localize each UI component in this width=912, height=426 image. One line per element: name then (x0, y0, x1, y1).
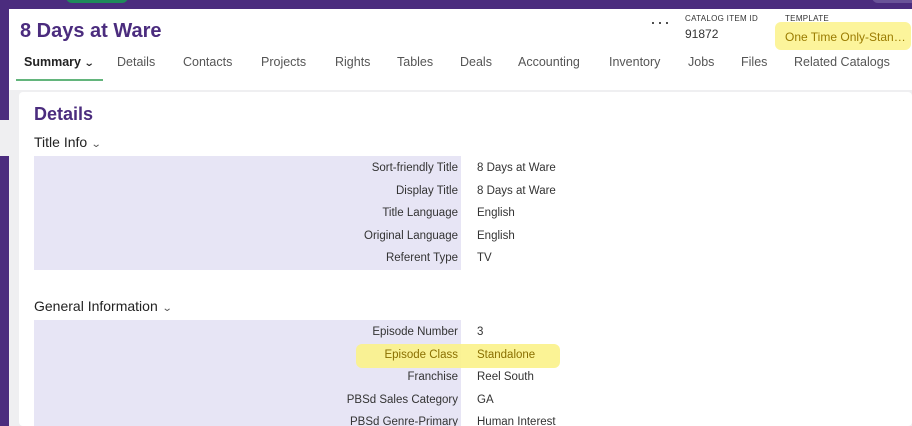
field-value[interactable]: 3 (477, 326, 483, 338)
sidebar-edge (0, 120, 12, 156)
catalog-item-id: CATALOG ITEM ID 91872 (685, 14, 758, 41)
field-label: Episode Number (372, 326, 458, 338)
tab-related-catalogs[interactable]: Related Catalogs (794, 55, 890, 79)
section-general-information-toggle[interactable]: General Information ⌄ (34, 298, 173, 314)
field-value[interactable]: Reel South (477, 371, 534, 383)
top-app-bar (0, 0, 912, 9)
field-label: PBSd Genre-Primary (349, 416, 458, 426)
field-row: Franchise Reel South (34, 366, 905, 389)
field-value[interactable]: English (477, 230, 515, 242)
app-bar-button[interactable] (66, 0, 128, 3)
field-value[interactable]: 8 Days at Ware (477, 185, 556, 197)
page-title: 8 Days at Ware (20, 20, 162, 42)
tab-contacts[interactable]: Contacts (183, 55, 232, 79)
tab-deals[interactable]: Deals (460, 55, 492, 79)
details-heading: Details (34, 104, 94, 124)
field-row: Original Language English (34, 225, 905, 248)
field-row: Title Language English (34, 202, 905, 225)
tab-details[interactable]: Details (117, 55, 155, 79)
field-row: Episode Number 3 (34, 321, 905, 344)
tab-accounting[interactable]: Accounting (518, 55, 580, 79)
app-bar-corner-control[interactable] (872, 0, 912, 3)
field-value[interactable]: Standalone (477, 349, 535, 361)
template-value[interactable]: One Time Only-Stan… (785, 30, 911, 44)
field-row-highlighted: Episode Class Standalone (34, 344, 905, 368)
field-row: Display Title 8 Days at Ware (34, 180, 905, 203)
field-value[interactable]: GA (477, 394, 494, 406)
chevron-down-icon: ⌄ (161, 303, 173, 314)
field-row: PBSd Genre-Primary Human Interest (34, 411, 905, 426)
record-tabs: Summary ⌄ Details Contacts Projects Right… (9, 55, 912, 81)
tab-summary[interactable]: Summary ⌄ (16, 55, 104, 81)
field-label: Display Title (396, 185, 458, 197)
field-label: Sort-friendly Title (371, 162, 458, 174)
field-row: Referent Type TV (34, 247, 905, 270)
catalog-item-id-label: CATALOG ITEM ID (685, 14, 759, 23)
field-label: Episode Class (384, 349, 458, 361)
field-value[interactable]: 8 Days at Ware (477, 162, 556, 174)
template-field[interactable]: TEMPLATE One Time Only-Stan… (775, 14, 911, 54)
active-tab-indicator (16, 79, 104, 81)
more-actions-button[interactable]: ··· (650, 13, 670, 35)
details-card: Details Title Info ⌄ Sort-friendly Title … (19, 92, 912, 426)
chevron-down-icon: ⌄ (90, 139, 102, 150)
catalog-item-id-value: 91872 (685, 27, 719, 41)
tab-projects[interactable]: Projects (261, 55, 306, 79)
record-header: 8 Days at Ware ··· CATALOG ITEM ID 91872… (9, 9, 912, 90)
tab-label: Summary (24, 55, 81, 69)
tab-inventory[interactable]: Inventory (609, 55, 660, 79)
tab-jobs[interactable]: Jobs (688, 55, 714, 79)
section-title: Title Info (34, 134, 88, 150)
field-label: Title Language (382, 207, 458, 219)
field-value[interactable]: English (477, 207, 515, 219)
field-label: Franchise (407, 371, 459, 383)
tab-rights[interactable]: Rights (335, 55, 370, 79)
section-title-info-toggle[interactable]: Title Info ⌄ (34, 134, 102, 150)
general-information-fields: Episode Number 3 Episode Class Standalon… (34, 320, 905, 426)
field-label: Referent Type (385, 252, 458, 264)
field-value[interactable]: Human Interest (477, 416, 556, 426)
title-info-fields: Sort-friendly Title 8 Days at Ware Displ… (34, 156, 905, 270)
field-label: PBSd Sales Category (346, 394, 458, 406)
field-row: PBSd Sales Category GA (34, 389, 905, 412)
field-row: Sort-friendly Title 8 Days at Ware (34, 157, 905, 180)
chevron-down-icon: ⌄ (83, 58, 95, 69)
field-label: Original Language (364, 230, 458, 242)
tab-files[interactable]: Files (741, 55, 767, 79)
field-value[interactable]: TV (477, 252, 492, 264)
tab-tables[interactable]: Tables (397, 55, 433, 79)
section-title: General Information (34, 298, 158, 314)
template-label: TEMPLATE (785, 14, 830, 23)
